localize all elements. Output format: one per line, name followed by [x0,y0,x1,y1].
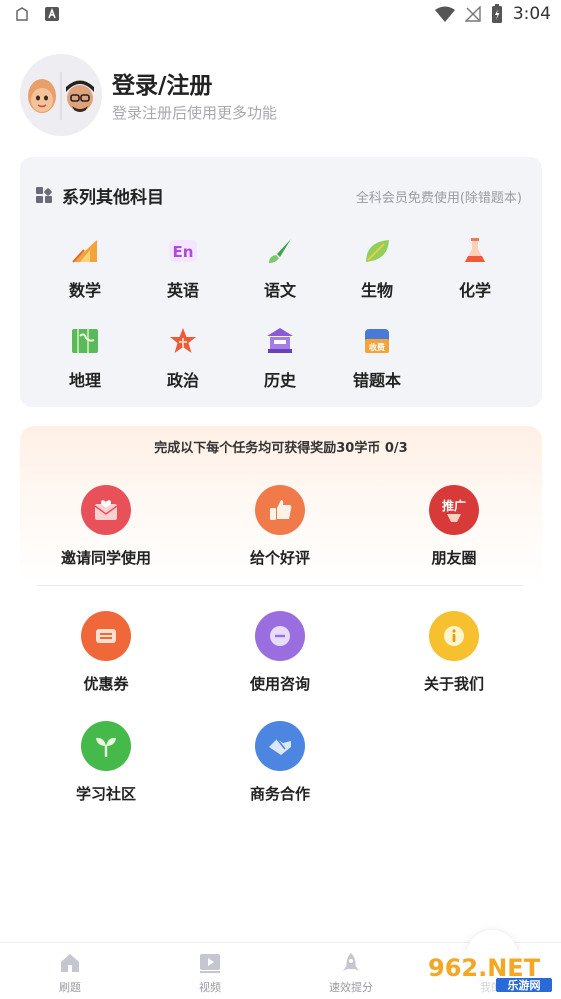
grid-icon [36,186,52,203]
en-icon: En [169,240,197,262]
subject-biology[interactable]: 生物 [332,235,422,301]
consultation-button[interactable]: 使用咨询 [210,611,350,694]
section-divider [37,585,523,586]
nav-item-video[interactable]: 视频 [160,951,260,995]
map-icon [72,329,98,353]
subject-chemistry[interactable]: 化学 [430,235,520,301]
profile-header[interactable]: 登录/注册 登录注册后使用更多功能 [20,54,540,140]
building-icon [267,328,293,353]
svg-text:962.NET: 962.NET [428,954,541,982]
svg-text:乐游网: 乐游网 [508,978,541,992]
subject-mistakes-book[interactable]: 收费 错题本 [332,325,422,391]
task-banner: 完成以下每个任务均可获得奖励30学币 0/3 [154,441,408,456]
invite-classmates-button[interactable]: 邀请同学使用 [36,485,176,568]
invite-icon [81,485,131,535]
about-us-button[interactable]: 关于我们 [384,611,524,694]
login-register-link[interactable]: 登录/注册 [112,66,212,100]
moments-share-button[interactable]: 推广 朋友圈 [384,485,524,568]
avatar-pair-icon [28,72,94,120]
no-signal-icon [464,6,481,22]
handshake-icon [255,721,305,771]
protractor-icon [72,240,97,263]
subject-geography[interactable]: 地理 [40,325,130,391]
avatar[interactable] [20,54,102,136]
status-bar: 3:04 [0,0,561,30]
notebook-icon: 收费 [365,329,389,353]
nav-item-practice[interactable]: 刷题 [20,951,120,995]
notification-icon [16,7,28,21]
subject-politics[interactable]: 政治 [138,325,228,391]
subject-history[interactable]: 历史 [235,325,325,391]
app-a-icon [45,7,59,21]
wifi-icon [434,6,455,22]
subjects-note: 全科会员免费使用(除错题本) [355,191,522,206]
watermark-logo: 962.NET 乐游网 [424,950,554,994]
video-icon [200,954,220,973]
status-time: 3:04 [512,4,551,24]
svg-text:收费: 收费 [369,342,385,352]
coupon-icon [81,611,131,661]
leaf-icon [366,240,389,262]
chat-icon [255,611,305,661]
study-community-button[interactable]: 学习社区 [36,721,176,804]
subject-english[interactable]: En 英语 [138,235,228,301]
home-icon [61,954,79,972]
svg-text:推广: 推广 [442,498,466,513]
subjects-title: 系列其他科目 [62,188,164,208]
promote-icon: 推广 [429,485,479,535]
business-cooperation-button[interactable]: 商务合作 [210,721,350,804]
battery-icon [491,4,502,23]
thumbs-up-icon [255,485,305,535]
task-card: 完成以下每个任务均可获得奖励30学币 0/3 邀请同学使用 给个好评 推广 朋友… [20,426,542,586]
coupon-button[interactable]: 优惠券 [36,611,176,694]
sprout-icon [81,721,131,771]
svg-text:En: En [173,243,194,261]
brush-icon [269,239,291,263]
nav-item-quick-boost[interactable]: 速效提分 [301,951,401,995]
rocket-icon [343,953,359,971]
subject-math[interactable]: 数学 [40,235,130,301]
info-icon [429,611,479,661]
flask-icon [465,238,485,262]
give-rating-button[interactable]: 给个好评 [210,485,350,568]
star-icon [170,328,196,353]
subject-chinese[interactable]: 语文 [235,235,325,301]
login-subtitle: 登录注册后使用更多功能 [112,104,278,122]
subjects-card: 系列其他科目 全科会员免费使用(除错题本) 数学 En 英语 语文 生物 化学 [20,157,542,407]
